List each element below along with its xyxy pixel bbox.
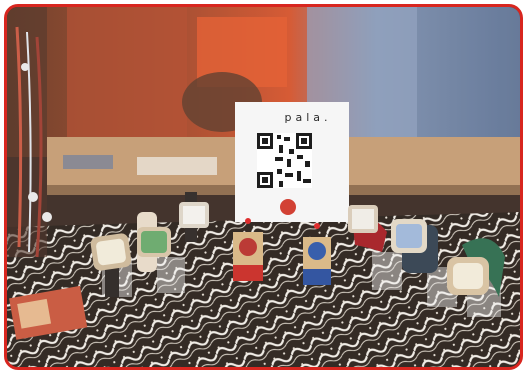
sign-brand-text: pala. [284, 111, 332, 124]
market-stall-photo [7, 7, 520, 367]
photo-frame: pala. [4, 4, 523, 370]
